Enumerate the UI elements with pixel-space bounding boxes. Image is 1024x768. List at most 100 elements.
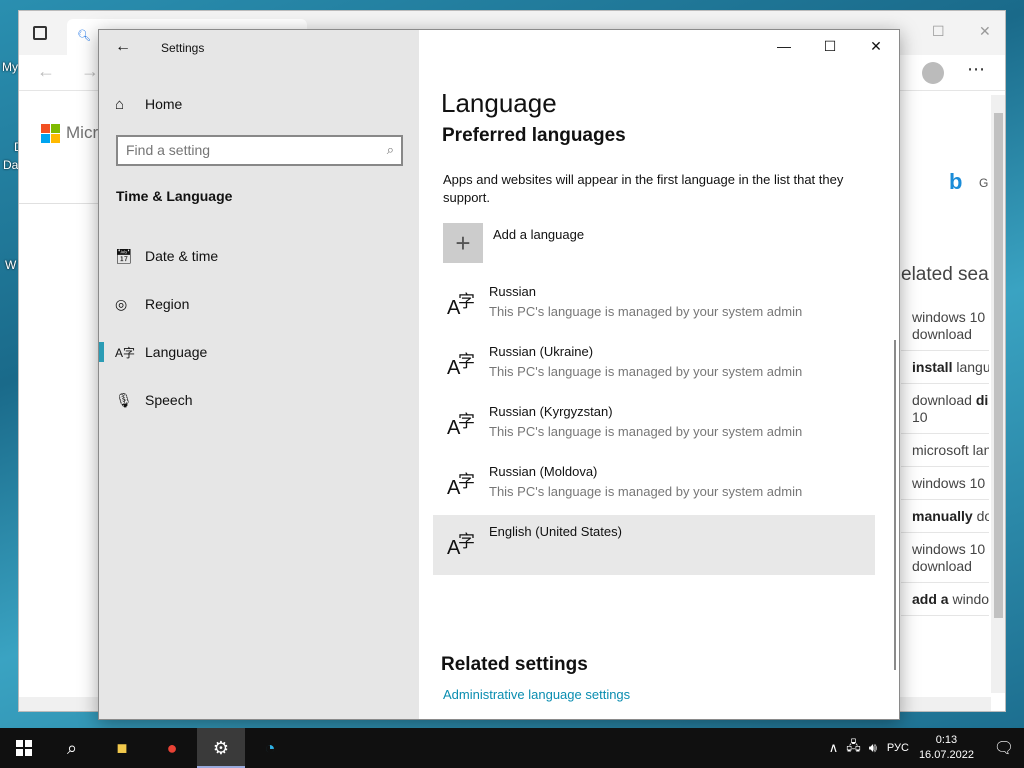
clock[interactable]: 0:13 16.07.2022 bbox=[919, 733, 974, 763]
page-title: Language bbox=[441, 88, 557, 118]
search-icon[interactable]: ⌕ bbox=[387, 142, 394, 158]
home-nav-item[interactable]: ⌂ Home bbox=[115, 94, 182, 114]
language-item[interactable]: A字 English (United States) bbox=[433, 515, 875, 575]
edge-button[interactable]: ◔ bbox=[246, 728, 294, 768]
desktop-label[interactable]: Da bbox=[3, 158, 18, 172]
nav-item-label: Speech bbox=[145, 392, 193, 408]
language-icon: A字 bbox=[447, 472, 475, 499]
related-searches-heading: elated sea bbox=[901, 264, 989, 285]
chrome-button[interactable]: ● bbox=[148, 728, 196, 768]
clock-time: 0:13 bbox=[935, 734, 958, 746]
chrome-icon: ● bbox=[166, 737, 178, 758]
search-icon: 🔍︎ bbox=[77, 30, 91, 42]
language-icon: A字 bbox=[115, 345, 136, 360]
language-icon: A字 bbox=[447, 352, 475, 379]
volume-icon[interactable]: 🔊︎ bbox=[869, 740, 877, 756]
nav-item-region[interactable]: ◎ Region bbox=[99, 286, 419, 322]
language-status: This PC's language is managed by your sy… bbox=[489, 304, 803, 319]
windows-icon bbox=[16, 740, 32, 756]
plus-icon: + bbox=[443, 223, 483, 263]
minimize-button[interactable]: — bbox=[761, 30, 807, 62]
taskbar: ⌕ ■ ● ⚙ ◔ ∧ 🖧︎ 🔊︎ РУС 0:13 16.07.2022 🗨︎ bbox=[0, 728, 1024, 768]
related-search-item[interactable]: windows 10 download bbox=[901, 533, 989, 583]
globe-icon: ◎ bbox=[115, 295, 128, 312]
nav-item-language[interactable]: A字 Language bbox=[99, 334, 419, 370]
settings-taskbar-button[interactable]: ⚙ bbox=[197, 728, 245, 768]
window-controls: — ☐ ✕ bbox=[761, 30, 899, 62]
language-icon: A字 bbox=[447, 292, 475, 319]
gear-icon: ⚙ bbox=[212, 737, 230, 758]
nav-item-label: Language bbox=[145, 344, 208, 360]
search-icon: ⌕ bbox=[66, 737, 78, 758]
language-status: This PC's language is managed by your sy… bbox=[489, 484, 803, 499]
related-search-item[interactable]: windows 10 bbox=[901, 467, 989, 500]
notification-icon[interactable]: 🗨︎ bbox=[984, 738, 1024, 758]
section-title: Time & Language bbox=[116, 188, 233, 204]
language-item[interactable]: A字 Russian (Ukraine) This PC's language … bbox=[433, 335, 875, 395]
calendar-clock-icon: 📅︎ bbox=[115, 247, 133, 264]
file-explorer-button[interactable]: ■ bbox=[98, 728, 146, 768]
back-icon[interactable]: ← bbox=[37, 61, 55, 82]
tab-actions-icon[interactable] bbox=[33, 26, 47, 40]
nav-item-date-time[interactable]: 📅︎ Date & time bbox=[99, 238, 419, 274]
related-search-item[interactable]: install langua bbox=[901, 351, 989, 384]
close-icon[interactable]: ✕ bbox=[979, 23, 991, 40]
language-item[interactable]: A字 Russian This PC's language is managed… bbox=[433, 275, 875, 335]
related-search-item[interactable]: windows 10 download bbox=[901, 301, 989, 351]
avatar[interactable] bbox=[922, 62, 944, 84]
bing-icon: b bbox=[949, 169, 963, 194]
language-icon: A字 bbox=[447, 412, 475, 439]
home-icon: ⌂ bbox=[115, 95, 125, 113]
microsoft-logo-icon bbox=[41, 124, 61, 144]
clock-date: 16.07.2022 bbox=[918, 749, 974, 761]
nav-item-speech[interactable]: 🎙︎ Speech bbox=[99, 382, 419, 418]
language-status: This PC's language is managed by your sy… bbox=[489, 364, 803, 379]
more-icon[interactable]: ⋯ bbox=[967, 59, 986, 80]
admin-language-settings-link[interactable]: Administrative language settings bbox=[443, 687, 630, 702]
language-icon: A字 bbox=[447, 532, 475, 559]
chevron-up-icon[interactable]: ∧ bbox=[829, 740, 839, 756]
related-search-item[interactable]: microsoft lan bbox=[901, 434, 989, 467]
back-button[interactable]: ← bbox=[115, 38, 131, 56]
scrollbar-thumb[interactable] bbox=[994, 113, 1003, 618]
nav-item-label: Date & time bbox=[145, 248, 219, 264]
forward-icon[interactable]: → bbox=[81, 61, 99, 82]
language-indicator[interactable]: РУС bbox=[887, 742, 909, 754]
maximize-icon[interactable]: ☐ bbox=[932, 23, 945, 40]
language-item[interactable]: A字 Russian (Kyrgyzstan) This PC's langua… bbox=[433, 395, 875, 455]
description: Apps and websites will appear in the fir… bbox=[443, 172, 844, 205]
related-search-item[interactable]: download dis10 bbox=[901, 384, 989, 434]
system-tray: ∧ 🖧︎ 🔊︎ РУС 0:13 16.07.2022 🗨︎ bbox=[825, 728, 1024, 768]
network-icon[interactable]: 🖧︎ bbox=[846, 737, 861, 759]
search-box[interactable]: ⌕ bbox=[116, 135, 403, 166]
related-search-item[interactable]: manually do windows 10 bbox=[901, 500, 989, 533]
microphone-icon: 🎙︎ bbox=[115, 391, 133, 408]
edge-icon: ◔ bbox=[264, 737, 276, 758]
language-item[interactable]: A字 Russian (Moldova) This PC's language … bbox=[433, 455, 875, 515]
desktop-label[interactable]: W bbox=[5, 258, 16, 272]
add-language-label: Add a language bbox=[493, 227, 585, 242]
nav-item-label: Region bbox=[145, 296, 190, 312]
close-button[interactable]: ✕ bbox=[853, 30, 899, 62]
navigation-pane: ← Settings ⌂ Home ⌕ Time & Language 📅︎ D… bbox=[99, 30, 419, 719]
language-name: Russian bbox=[489, 284, 536, 299]
language-status: This PC's language is managed by your sy… bbox=[489, 424, 803, 439]
folder-icon: ■ bbox=[116, 737, 128, 758]
related-settings-title: Related settings bbox=[441, 654, 588, 675]
app-title: Settings bbox=[161, 41, 205, 55]
section-subtitle: Preferred languages bbox=[442, 125, 626, 146]
search-button[interactable]: ⌕ bbox=[48, 728, 96, 768]
search-input[interactable] bbox=[126, 142, 366, 158]
desktop-label[interactable]: My bbox=[2, 60, 18, 74]
browser-vertical-scrollbar[interactable] bbox=[991, 95, 1005, 693]
related-search-item[interactable]: add a windo bbox=[901, 583, 989, 616]
language-list: A字 Russian This PC's language is managed… bbox=[433, 275, 875, 575]
language-name: Russian (Ukraine) bbox=[489, 344, 594, 359]
start-button[interactable] bbox=[0, 728, 48, 768]
content-scrollbar[interactable] bbox=[894, 340, 896, 670]
related-searches-list: windows 10download install langua downlo… bbox=[901, 301, 989, 616]
divider bbox=[19, 203, 99, 204]
language-name: English (United States) bbox=[489, 524, 622, 539]
maximize-button[interactable]: ☐ bbox=[807, 30, 853, 62]
add-language-button[interactable]: + Add a language bbox=[443, 223, 584, 263]
